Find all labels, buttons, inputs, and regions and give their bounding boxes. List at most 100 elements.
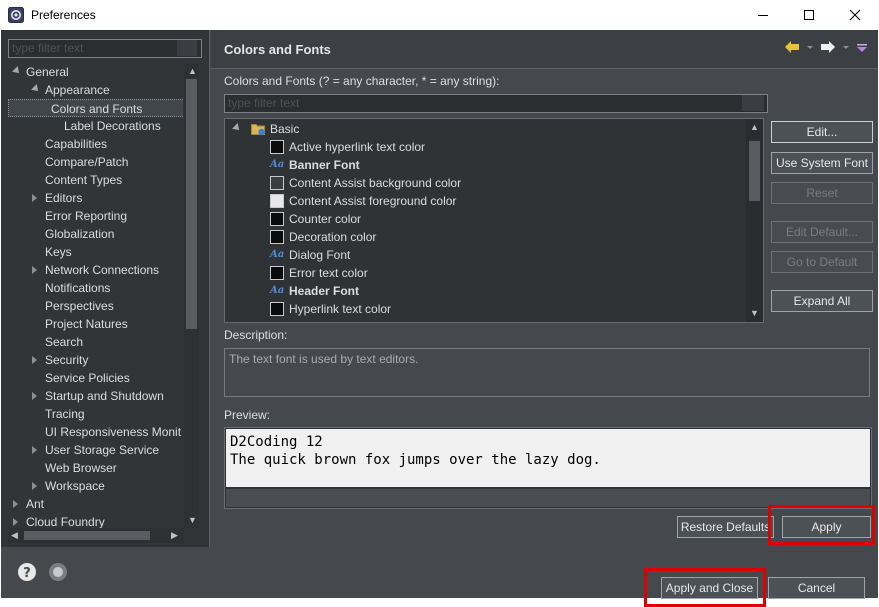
nav-item[interactable]: Ant — [8, 495, 183, 513]
expand-all-button[interactable]: Expand All — [771, 290, 873, 312]
nav-item[interactable]: Content Types — [8, 171, 183, 189]
entry-label: Content Assist foreground color — [289, 194, 457, 208]
nav-item[interactable]: Editors — [8, 189, 183, 207]
nav-item[interactable]: Colors and Fonts — [8, 99, 183, 117]
scroll-left-arrow-icon[interactable]: ◀ — [11, 530, 18, 540]
nav-item[interactable]: Search — [8, 333, 183, 351]
nav-item[interactable]: UI Responsiveness Monit — [8, 423, 183, 441]
expand-icon[interactable] — [32, 392, 37, 400]
list-scroll-up-icon[interactable]: ▲ — [750, 122, 759, 132]
nav-vertical-scrollbar[interactable]: ▲ ▼ — [184, 63, 199, 528]
nav-item[interactable]: Web Browser — [8, 459, 183, 477]
colors-fonts-list-label: Colors and Fonts (? = any character, * =… — [224, 74, 500, 88]
nav-item[interactable]: Label Decorations — [8, 117, 183, 135]
colors-fonts-filter-clear-button[interactable] — [742, 95, 764, 111]
color-entry[interactable]: Content Assist foreground color — [225, 192, 745, 210]
nav-item[interactable]: User Storage Service — [8, 441, 183, 459]
description-text: The text font is used by text editors. — [224, 348, 870, 397]
restore-defaults-button[interactable]: Restore Defaults — [677, 516, 774, 538]
collapse-icon[interactable] — [12, 66, 22, 76]
view-menu-icon[interactable] — [856, 40, 868, 54]
expand-icon[interactable] — [32, 194, 37, 202]
record-icon[interactable] — [48, 562, 68, 582]
expand-icon[interactable] — [32, 356, 37, 364]
close-button[interactable] — [832, 0, 878, 30]
nav-item[interactable]: Globalization — [8, 225, 183, 243]
reset-button[interactable]: Reset — [771, 182, 873, 204]
nav-item[interactable]: Notifications — [8, 279, 183, 297]
color-entry[interactable]: Error text color — [225, 264, 745, 282]
expand-icon[interactable] — [32, 482, 37, 490]
apply-and-close-button[interactable]: Apply and Close — [661, 577, 758, 599]
nav-item[interactable]: Perspectives — [8, 297, 183, 315]
list-scroll-thumb[interactable] — [749, 141, 760, 201]
nav-item[interactable]: Network Connections — [8, 261, 183, 279]
nav-item[interactable]: Appearance — [8, 81, 183, 99]
nav-item[interactable]: Compare/Patch — [8, 153, 183, 171]
entry-label: Content Assist background color — [289, 176, 462, 190]
nav-item[interactable]: Security — [8, 351, 183, 369]
nav-item[interactable]: Startup and Shutdown — [8, 387, 183, 405]
expand-icon[interactable] — [13, 500, 18, 508]
colors-fonts-filter-input[interactable]: type filter text — [224, 94, 768, 113]
font-entry[interactable]: Aa Dialog Font — [225, 246, 745, 264]
list-scroll-down-icon[interactable]: ▼ — [750, 308, 759, 318]
help-icon[interactable]: ? — [17, 562, 37, 582]
collapse-icon[interactable] — [31, 84, 41, 94]
forward-dropdown-icon[interactable] — [842, 40, 850, 54]
apply-button[interactable]: Apply — [782, 516, 871, 538]
nav-item[interactable]: Service Policies — [8, 369, 183, 387]
nav-scroll-thumb[interactable] — [186, 79, 197, 329]
nav-item[interactable]: Keys — [8, 243, 183, 261]
nav-filter-input[interactable]: type filter text — [8, 39, 202, 58]
title-bar: Preferences — [0, 0, 879, 30]
maximize-button[interactable] — [786, 0, 832, 30]
back-dropdown-icon[interactable] — [806, 40, 814, 54]
scroll-right-arrow-icon[interactable]: ▶ — [171, 530, 178, 540]
expand-icon[interactable] — [13, 518, 18, 526]
cancel-button[interactable]: Cancel — [768, 577, 865, 599]
color-entry[interactable]: Hyperlink text color — [225, 300, 745, 318]
preference-navigation: type filter text General Appearance Colors… — [1, 30, 210, 547]
nav-hscroll-thumb[interactable] — [24, 531, 150, 540]
color-entry[interactable]: Counter color — [225, 210, 745, 228]
font-entry[interactable]: Aa Header Font — [225, 282, 745, 300]
nav-item[interactable]: Tracing — [8, 405, 183, 423]
expand-icon[interactable] — [32, 266, 37, 274]
color-entry[interactable]: Content Assist background color — [225, 174, 745, 192]
scroll-up-arrow-icon[interactable]: ▲ — [188, 66, 197, 76]
nav-item-label: Appearance — [45, 83, 110, 97]
nav-horizontal-scrollbar[interactable]: ◀ ▶ — [8, 528, 184, 543]
nav-filter-clear-button[interactable] — [177, 40, 197, 56]
use-system-font-button[interactable]: Use System Font — [771, 152, 873, 174]
forward-arrow-icon[interactable] — [820, 40, 836, 54]
color-entry[interactable]: Active hyperlink text color — [225, 138, 745, 156]
nav-item[interactable]: Capabilities — [8, 135, 183, 153]
nav-item-label: Cloud Foundry — [26, 515, 105, 528]
nav-item-label: Error Reporting — [45, 209, 128, 223]
nav-item[interactable]: General — [8, 63, 183, 81]
go-to-default-button[interactable]: Go to Default — [771, 251, 873, 273]
edit-button[interactable]: Edit... — [771, 121, 873, 143]
category-row-basic[interactable]: Basic — [225, 120, 745, 138]
preview-text: D2Coding 12 The quick brown fox jumps ov… — [226, 429, 870, 487]
scroll-down-arrow-icon[interactable]: ▼ — [188, 515, 197, 525]
font-entry[interactable]: Aa Banner Font — [225, 156, 745, 174]
expand-icon[interactable] — [32, 446, 37, 454]
preview-label: Preview: — [224, 408, 271, 422]
nav-item[interactable]: Workspace — [8, 477, 183, 495]
nav-item[interactable]: Cloud Foundry — [8, 513, 183, 528]
close-icon — [849, 9, 861, 21]
back-arrow-icon[interactable] — [784, 40, 800, 54]
edit-default-button[interactable]: Edit Default... — [771, 221, 873, 243]
minimize-button[interactable] — [740, 0, 786, 30]
nav-item-label: Notifications — [45, 281, 111, 295]
nav-item-label: Security — [45, 353, 89, 367]
nav-item-label: Perspectives — [45, 299, 114, 313]
nav-item[interactable]: Error Reporting — [8, 207, 183, 225]
preview-horizontal-scrollbar[interactable] — [226, 489, 870, 507]
color-entry[interactable]: Decoration color — [225, 228, 745, 246]
list-vertical-scrollbar[interactable]: ▲ ▼ — [746, 119, 763, 322]
expand-icon[interactable] — [232, 123, 242, 133]
nav-item[interactable]: Project Natures — [8, 315, 183, 333]
